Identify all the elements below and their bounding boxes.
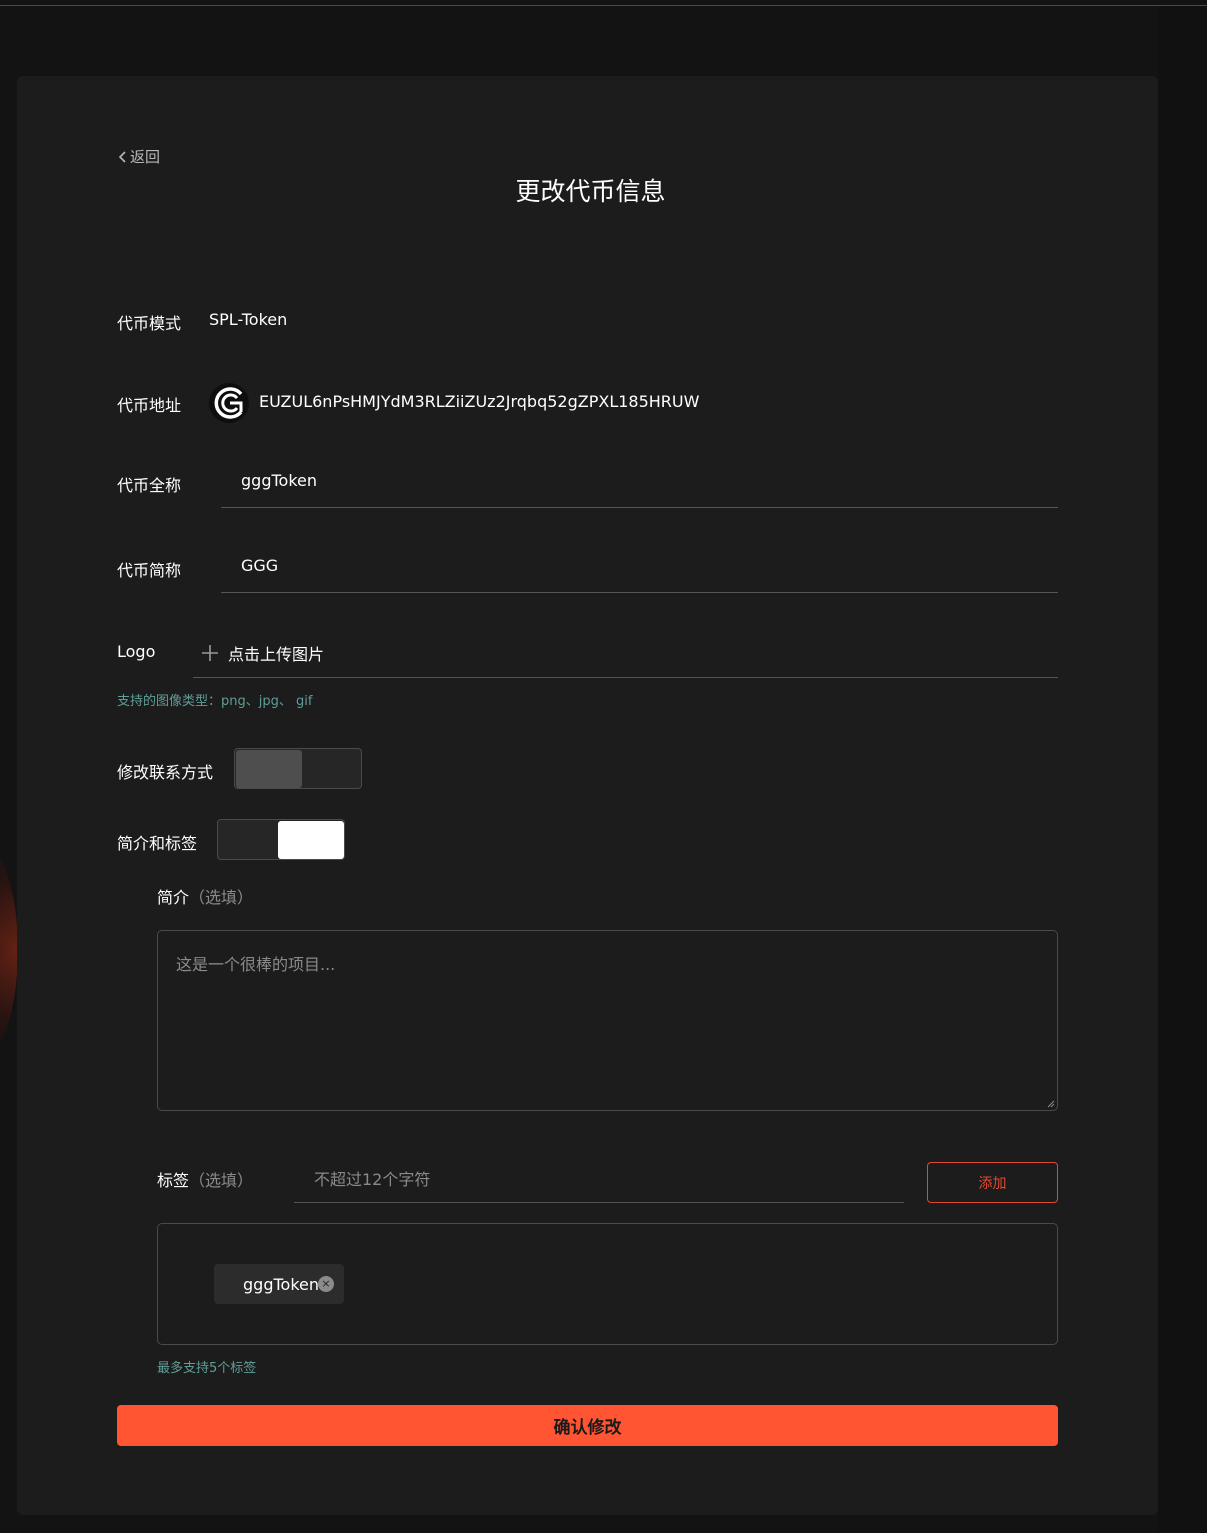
chevron-left-icon xyxy=(118,150,126,163)
token-mode-label: 代币模式 xyxy=(117,314,182,333)
tags-label: 标签 xyxy=(157,1171,190,1190)
token-mode-value: SPL-Token xyxy=(209,310,288,329)
confirm-button[interactable]: 确认修改 xyxy=(117,1405,1058,1446)
token-logo-icon xyxy=(209,383,249,423)
logo-upload-button[interactable]: 点击上传图片 xyxy=(201,641,324,665)
tags-limit-hint: 最多支持5个标签 xyxy=(157,1361,257,1376)
tag-input[interactable]: 不超过12个字符 xyxy=(314,1166,430,1190)
back-link[interactable]: 返回 xyxy=(117,146,160,167)
logo-label: Logo xyxy=(117,642,156,661)
page-title: 更改代币信息 xyxy=(515,177,666,206)
tag-list-box: gggToken × xyxy=(157,1223,1058,1345)
token-address-label: 代币地址 xyxy=(117,396,182,415)
top-divider xyxy=(0,5,1207,6)
token-shortname-label: 代币简称 xyxy=(117,561,182,580)
resize-handle-icon[interactable] xyxy=(1047,1100,1055,1108)
intro-optional: （选填） xyxy=(189,888,254,907)
logo-format-hint: 支持的图像类型：png、jpg、 gif xyxy=(117,694,313,709)
right-scroll-gutter xyxy=(1158,6,1207,1533)
tags-optional: （选填） xyxy=(189,1171,254,1190)
tag-input-underline xyxy=(294,1202,904,1203)
logo-upload-label: 点击上传图片 xyxy=(228,645,325,664)
token-shortname-input[interactable]: GGG xyxy=(241,556,278,575)
intro-toggle-label: 简介和标签 xyxy=(117,834,198,853)
remove-tag-icon[interactable]: × xyxy=(318,1276,334,1292)
token-fullname-input[interactable]: gggToken xyxy=(241,471,317,490)
intro-label: 简介 xyxy=(157,888,190,907)
intro-toggle-switch[interactable] xyxy=(217,819,345,860)
contact-toggle-label: 修改联系方式 xyxy=(117,763,214,782)
token-fullname-underline xyxy=(221,507,1058,508)
intro-placeholder: 这是一个很棒的项目... xyxy=(176,955,336,974)
intro-label-row: 简介（选填） xyxy=(157,884,253,908)
plus-icon xyxy=(202,645,218,661)
background-glow xyxy=(0,840,18,1060)
contact-toggle-knob xyxy=(236,750,302,788)
tag-chip: gggToken × xyxy=(214,1264,344,1304)
contact-toggle-switch[interactable] xyxy=(234,748,362,789)
back-label: 返回 xyxy=(130,148,161,166)
token-address-value: EUZUL6nPsHMJYdM3RLZiiZUz2Jrqbq52gZPXL185… xyxy=(259,392,700,411)
logo-underline xyxy=(193,677,1058,678)
token-fullname-label: 代币全称 xyxy=(117,476,182,495)
intro-textarea[interactable]: 这是一个很棒的项目... xyxy=(157,930,1058,1111)
add-tag-button[interactable]: 添加 xyxy=(927,1162,1058,1203)
tags-label-row: 标签（选填） xyxy=(157,1167,253,1191)
tag-chip-label: gggToken xyxy=(243,1274,319,1294)
intro-toggle-knob xyxy=(278,821,344,859)
token-shortname-underline xyxy=(221,592,1058,593)
